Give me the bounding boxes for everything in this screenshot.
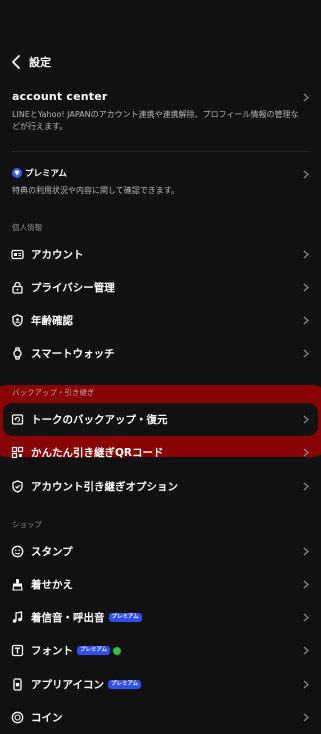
- row-label: 着せかえ: [31, 579, 73, 591]
- section-header-backup: バックアップ・引き継ぎ: [12, 388, 95, 397]
- chevron-right-icon: [303, 415, 309, 424]
- settings-row-privacy[interactable]: プライバシー管理: [0, 271, 321, 304]
- settings-row-age-verification[interactable]: 年齢確認: [0, 304, 321, 337]
- smile-icon: [11, 545, 24, 558]
- settings-row-account[interactable]: アカウント: [0, 238, 321, 271]
- lock-icon: [11, 281, 24, 294]
- shield-icon: [11, 314, 24, 327]
- settings-row-stickers[interactable]: スタンプ: [0, 535, 321, 568]
- coin-icon: [11, 711, 24, 724]
- row-label: アカウント: [31, 249, 84, 261]
- chevron-right-icon: [303, 713, 309, 722]
- row-label-text: 着信音・呼出音: [31, 612, 105, 624]
- section-header-shop: ショップ: [12, 520, 42, 529]
- settings-row-coins[interactable]: コイン: [0, 701, 321, 734]
- premium-title: プレミアム: [25, 169, 67, 179]
- chevron-right-icon: [303, 680, 309, 689]
- divider: [12, 151, 309, 152]
- chevron-right-icon: [303, 613, 309, 622]
- section-header-personal: 個人情報: [12, 223, 42, 232]
- row-label: フォント プレミアム: [31, 643, 122, 658]
- account-center-description: LINEとYahoo! JAPANのアカウント連携や連携解除、プロフィール情報の…: [12, 110, 299, 131]
- chevron-right-icon: [303, 646, 309, 655]
- settings-row-app-icon[interactable]: アプリアイコン プレミアム: [0, 668, 321, 701]
- premium-item[interactable]: プレミアム 特典の利用状況や内容に関して確認できます。: [12, 166, 309, 196]
- settings-row-themes[interactable]: 着せかえ: [0, 568, 321, 601]
- account-center-item[interactable]: account center LINEとYahoo! JAPANのアカウント連携…: [12, 90, 309, 133]
- settings-row-fonts[interactable]: フォント プレミアム: [0, 634, 321, 667]
- chevron-right-icon: [303, 580, 309, 589]
- row-label: スタンプ: [31, 546, 73, 558]
- row-label: トークのバックアップ・復元: [31, 414, 168, 426]
- theme-icon: [11, 578, 24, 591]
- settings-row-transfer-options[interactable]: アカウント引き継ぎオプション: [0, 470, 321, 503]
- settings-row-ringtones[interactable]: 着信音・呼出音 プレミアム: [0, 601, 321, 634]
- account-center-title: account center: [12, 90, 108, 103]
- app-icon: [11, 678, 24, 691]
- chevron-right-icon: [303, 283, 309, 292]
- row-label: アプリアイコン プレミアム: [31, 677, 142, 692]
- premium-badge: プレミアム: [77, 646, 111, 655]
- premium-description: 特典の利用状況や内容に関して確認できます。: [12, 186, 179, 195]
- chevron-right-icon: [303, 482, 309, 491]
- backup-icon: [11, 413, 24, 426]
- page-title: 設定: [29, 56, 51, 69]
- watch-icon: [11, 347, 24, 360]
- row-label: アカウント引き継ぎオプション: [31, 481, 178, 493]
- music-icon: [11, 611, 24, 624]
- row-label-text: フォント: [31, 645, 73, 657]
- qr-icon: [11, 446, 24, 459]
- row-label: 年齢確認: [31, 315, 73, 327]
- shield-check-icon: [11, 480, 24, 493]
- premium-diamond-icon: [12, 168, 22, 178]
- chevron-right-icon: [303, 448, 309, 457]
- settings-row-qr-transfer[interactable]: かんたん引き継ぎQRコード: [0, 436, 321, 469]
- back-chevron-icon[interactable]: [10, 53, 24, 71]
- chevron-right-icon: [303, 349, 309, 358]
- chevron-right-icon: [303, 547, 309, 556]
- new-dot-icon: [113, 646, 122, 655]
- row-label: かんたん引き継ぎQRコード: [31, 447, 164, 459]
- premium-badge: プレミアム: [108, 613, 142, 622]
- row-label: プライバシー管理: [31, 282, 115, 294]
- id-card-icon: [11, 248, 24, 261]
- row-label: スマートウォッチ: [31, 348, 115, 360]
- row-label: コイン: [31, 712, 63, 724]
- row-label: 着信音・呼出音 プレミアム: [31, 610, 142, 625]
- chevron-right-icon: [303, 250, 309, 259]
- chevron-right-icon: [303, 93, 309, 102]
- premium-badge: プレミアム: [107, 680, 142, 689]
- header-bar: 設定: [0, 44, 321, 80]
- font-icon: [11, 644, 24, 657]
- row-label-text: アプリアイコン: [31, 679, 104, 691]
- settings-row-smartwatch[interactable]: スマートウォッチ: [0, 337, 321, 370]
- chevron-right-icon: [303, 316, 309, 325]
- chevron-right-icon: [303, 170, 309, 179]
- settings-row-chat-backup[interactable]: トークのバックアップ・復元: [0, 403, 321, 436]
